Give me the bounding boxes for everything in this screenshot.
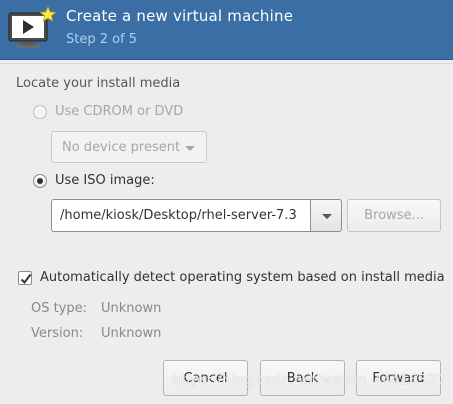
wizard-header: Create a new virtual machine Step 2 of 5	[0, 0, 453, 60]
os-type-value: Unknown	[101, 301, 162, 316]
browse-button-label: Browse...	[364, 208, 424, 223]
checkmark-icon	[20, 273, 32, 285]
cdrom-radio[interactable]	[33, 105, 47, 119]
autodetect-os-checkbox[interactable]	[18, 271, 32, 285]
iso-history-dropdown-button[interactable]	[310, 199, 342, 232]
cdrom-device-value: No device present	[62, 140, 181, 155]
iso-radio[interactable]	[33, 174, 47, 188]
wizard-title: Create a new virtual machine	[66, 7, 294, 25]
chevron-down-icon	[322, 214, 332, 219]
version-label: Version:	[31, 326, 84, 341]
cdrom-option-label: Use CDROM or DVD	[55, 104, 184, 119]
iso-path-input[interactable]: /home/kiosk/Desktop/rhel-server-7.3	[51, 199, 310, 232]
iso-option-label: Use ISO image:	[55, 173, 155, 188]
virtual-machine-monitor-icon	[6, 4, 57, 54]
browse-button[interactable]: Browse...	[347, 199, 441, 232]
wizard-step-indicator: Step 2 of 5	[66, 32, 138, 47]
watermark-text: https://blog.csdn.net/weixin_44416500	[172, 373, 445, 388]
os-type-label: OS type:	[31, 301, 88, 316]
header-divider	[0, 63, 453, 64]
install-media-section-label: Locate your install media	[16, 76, 181, 91]
radio-selected-dot	[37, 178, 43, 184]
chevron-down-icon	[185, 146, 195, 151]
autodetect-os-label: Automatically detect operating system ba…	[40, 270, 445, 285]
cdrom-device-combo[interactable]: No device present	[51, 131, 207, 163]
version-value: Unknown	[101, 326, 162, 341]
